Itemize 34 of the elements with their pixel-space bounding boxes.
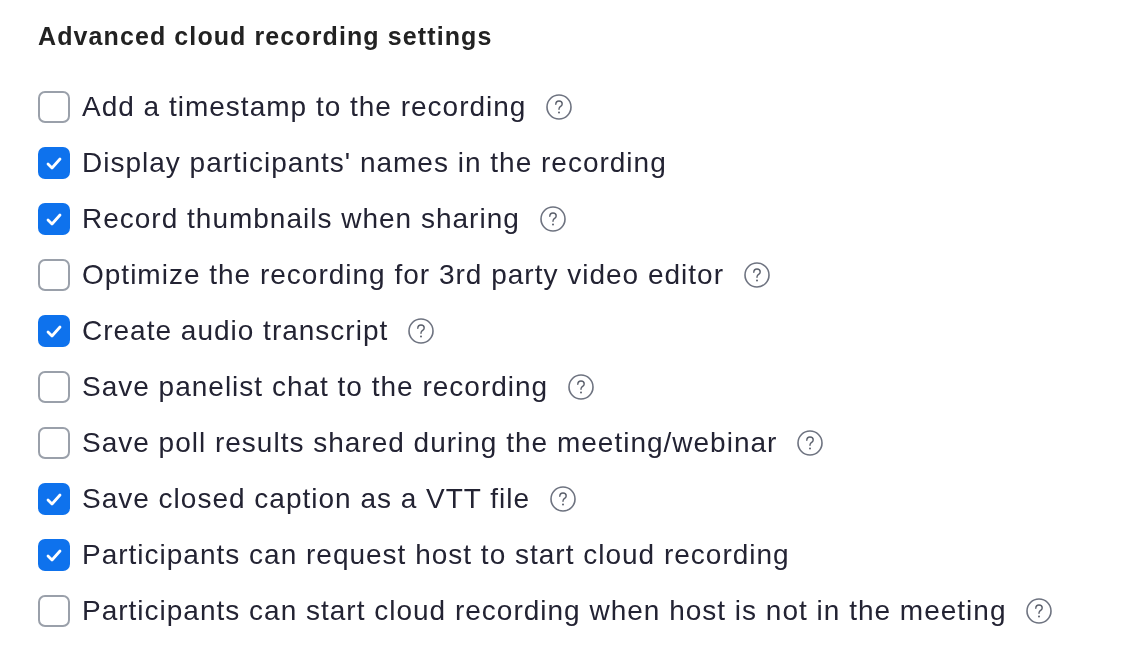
help-icon[interactable] [568, 374, 595, 400]
help-icon[interactable] [539, 206, 566, 232]
checkmark-icon [46, 548, 62, 562]
checkbox[interactable] [38, 371, 70, 403]
option-label: Save closed caption as a VTT file [82, 482, 531, 516]
option-label: Create audio transcript [82, 314, 389, 348]
option-label: Save poll results shared during the meeting/webinar [82, 426, 778, 460]
help-icon[interactable] [797, 430, 824, 456]
help-icon[interactable] [546, 94, 573, 120]
section-title: Advanced cloud recording settings [38, 21, 493, 52]
checkbox[interactable] [38, 595, 70, 627]
checkmark-icon [46, 324, 62, 338]
checkbox[interactable] [38, 539, 70, 571]
option-label: Participants can request host to start cloud recording [82, 538, 790, 572]
checkbox[interactable] [38, 315, 70, 347]
checkmark-icon [46, 156, 62, 170]
help-icon[interactable] [743, 262, 770, 288]
checkmark-icon [46, 492, 62, 506]
checkbox[interactable] [38, 259, 70, 291]
checkbox[interactable] [38, 147, 70, 179]
checkmark-icon [46, 212, 62, 226]
checkbox[interactable] [38, 483, 70, 515]
help-icon[interactable] [408, 318, 435, 344]
checkbox[interactable] [38, 203, 70, 235]
option-label: Save panelist chat to the recording [82, 370, 549, 404]
help-icon[interactable] [550, 486, 577, 512]
checkbox[interactable] [38, 427, 70, 459]
checkbox[interactable] [38, 91, 70, 123]
option-label: Record thumbnails when sharing [82, 202, 520, 236]
option-label: Participants can start cloud recording when host is not in the meeting [82, 594, 1007, 628]
option-label: Display participants' names in the recording [82, 146, 667, 180]
help-icon[interactable] [1026, 598, 1053, 624]
option-label: Add a timestamp to the recording [82, 90, 527, 124]
option-label: Optimize the recording for 3rd party video editor [82, 258, 724, 292]
